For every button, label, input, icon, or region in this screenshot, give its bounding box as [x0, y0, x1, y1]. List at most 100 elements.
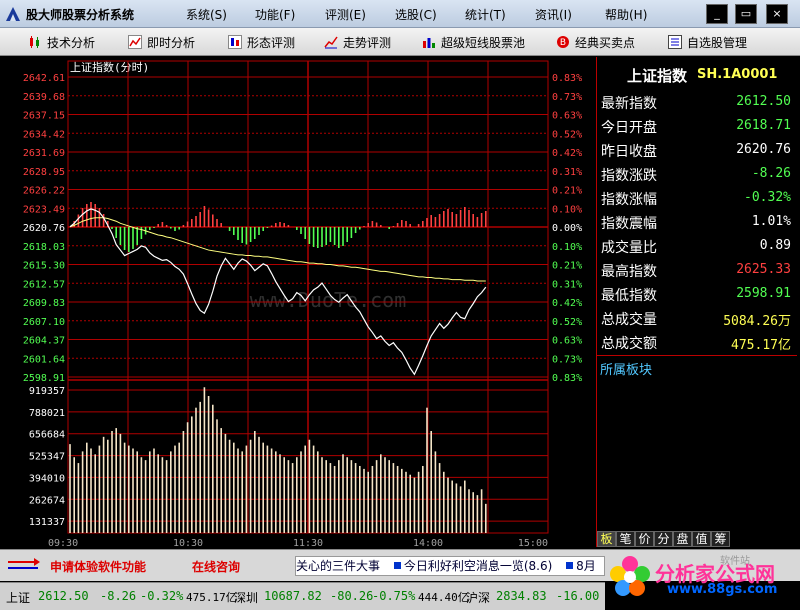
trial-link[interactable]: 申请体验软件功能 — [50, 558, 146, 575]
sh-price: 2612.50 — [38, 589, 89, 603]
trend-icon — [324, 36, 338, 49]
logo-url: www.88gs.com — [667, 582, 778, 597]
menu-function[interactable]: 功能(F) — [255, 6, 295, 23]
tab-sector[interactable]: 板 — [597, 531, 616, 547]
app-logo-icon — [6, 7, 20, 21]
intraday-chart[interactable]: 上证指数(分时) www.DuoTe.com 2642.61 0.83% 2639.68… — [0, 57, 595, 547]
price-tick-label: 2604.37 — [23, 336, 65, 347]
online-consult-link[interactable]: 在线咨询 — [192, 558, 240, 575]
quote-label: 指数涨跌 — [601, 168, 657, 184]
index-header: 上证指数 SH.1A0001 — [597, 61, 797, 85]
menu-evaluate[interactable]: 评测(E) — [325, 6, 366, 23]
news-item[interactable]: 8月 — [566, 557, 596, 575]
quote-row: 指数涨跌 -8.26 — [597, 162, 797, 186]
index-code: SH.1A0001 — [697, 67, 778, 82]
buy-sell-icon: B — [557, 36, 569, 48]
quote-value: 0.89 — [759, 238, 791, 253]
quote-panel: 上证指数 SH.1A0001 最新指数 2612.50 今日开盘 2618.71 昨日收… — [596, 57, 800, 547]
hs-name: 沪深 — [466, 591, 491, 605]
pct-tick-label: 0.63% — [552, 336, 582, 347]
toolbar-label: 走势评测 — [343, 35, 392, 50]
menu-stock-select[interactable]: 选股(C) — [395, 6, 437, 23]
menu-system[interactable]: 系统(S) — [186, 6, 227, 23]
time-tick-label: 09:30 — [48, 538, 78, 547]
right-tabs: 板 笔 价 分 盘 值 筹 — [597, 531, 730, 547]
sz-price: 10687.82 — [264, 589, 322, 603]
minimize-button[interactable]: _ — [706, 4, 728, 24]
sz-amount: 444.40亿 — [418, 591, 469, 604]
pct-tick-label: 0.31% — [552, 167, 582, 178]
quote-label: 最高指数 — [601, 264, 657, 280]
pct-tick-label: 0.83% — [552, 373, 582, 384]
sz-name: 深圳 — [234, 591, 259, 605]
volume-tick-label: 788021 — [29, 408, 65, 419]
volume-tick-label: 131337 — [29, 517, 65, 528]
sh-pct: -0.32% — [140, 589, 184, 603]
sh-name: 上证 — [6, 591, 31, 605]
quote-label: 指数震幅 — [601, 216, 657, 232]
menu-info[interactable]: 资讯(I) — [535, 6, 572, 23]
pct-tick-label: 0.52% — [552, 317, 582, 328]
pct-tick-label: 0.63% — [552, 111, 582, 122]
status-bar: 上证 2612.50 -8.26 -0.32% 475.17亿 深圳 10687… — [0, 582, 605, 610]
price-tick-label: 2612.57 — [23, 279, 65, 290]
watchlist-management-button[interactable]: 自选股管理 — [668, 32, 747, 52]
restore-button[interactable]: ▭ — [735, 4, 757, 24]
toolbar-label: 超级短线股票池 — [441, 35, 526, 50]
quote-label: 总成交量 — [601, 312, 657, 328]
price-tick-label: 2620.76 — [23, 223, 65, 234]
quote-label: 成交量比 — [601, 240, 657, 256]
close-button[interactable]: × — [766, 4, 788, 24]
tab-chips[interactable]: 筹 — [711, 531, 730, 547]
trend-evaluation-button[interactable]: 走势评测 — [324, 32, 391, 52]
menu-statistics[interactable]: 统计(T) — [465, 6, 506, 23]
menu-help[interactable]: 帮助(H) — [605, 6, 647, 23]
pct-tick-label: 0.21% — [552, 186, 582, 197]
quote-label: 最低指数 — [601, 288, 657, 304]
quote-row: 昨日收盘 2620.76 — [597, 138, 797, 162]
toolbar: 技术分析 即时分析 形态评测 走势评测 超级短线股票池 B 经典买卖点 自选股管… — [0, 28, 800, 56]
classic-buy-sell-button[interactable]: B 经典买卖点 — [556, 32, 635, 52]
price-tick-label: 2598.91 — [23, 373, 65, 384]
pattern-evaluation-button[interactable]: 形态评测 — [228, 32, 295, 52]
pct-tick-label: 0.73% — [552, 92, 582, 103]
quote-row: 最低指数 2598.91 — [597, 282, 797, 306]
tab-trades[interactable]: 笔 — [616, 531, 635, 547]
volume-tick-label: 394010 — [29, 473, 65, 484]
price-tick-label: 2623.49 — [23, 204, 65, 215]
sz-change: -80.26 — [330, 589, 374, 603]
realtime-analysis-button[interactable]: 即时分析 — [128, 32, 195, 52]
sz-pct: -0.75% — [372, 589, 416, 603]
pct-tick-label: 0.42% — [552, 148, 582, 159]
time-tick-label: 15:00 — [518, 538, 548, 547]
quote-label: 今日开盘 — [601, 120, 657, 136]
pct-tick-label: 0.10% — [552, 242, 582, 253]
candlestick-icon — [30, 36, 39, 48]
news-item[interactable]: 今日利好利空消息一览(8.6) — [393, 557, 552, 575]
quote-row: 今日开盘 2618.71 — [597, 114, 797, 138]
title-bar: 股大师股票分析系统 系统(S) 功能(F) 评测(E) 选股(C) 统计(T) … — [0, 0, 800, 28]
tab-minute[interactable]: 分 — [654, 531, 673, 547]
short-term-pool-button[interactable]: 超级短线股票池 — [422, 32, 525, 52]
tab-value[interactable]: 值 — [692, 531, 711, 547]
price-tick-label: 2618.03 — [23, 242, 65, 253]
quote-value: -8.26 — [751, 166, 791, 181]
quote-label: 最新指数 — [601, 96, 657, 112]
price-tick-label: 2615.30 — [23, 261, 65, 272]
tab-price[interactable]: 价 — [635, 531, 654, 547]
technical-analysis-button[interactable]: 技术分析 — [28, 32, 95, 52]
quote-row: 成交量比 0.89 — [597, 234, 797, 258]
quote-label: 昨日收盘 — [601, 144, 657, 160]
quote-value: 2612.50 — [736, 94, 791, 109]
pct-tick-label: 0.83% — [552, 73, 582, 84]
volume-tick-label: 919357 — [29, 386, 65, 397]
quote-value: 2598.91 — [736, 286, 791, 301]
quote-value: 2620.76 — [736, 142, 791, 157]
quote-row: 指数涨幅 -0.32% — [597, 186, 797, 210]
bar-chart-icon — [423, 38, 435, 48]
toolbar-label: 自选股管理 — [687, 35, 748, 50]
tab-order-book[interactable]: 盘 — [673, 531, 692, 547]
news-item[interactable]: 关心的三件大事 — [296, 557, 380, 575]
price-tick-label: 2609.83 — [23, 298, 65, 309]
svg-text:B: B — [560, 38, 566, 48]
